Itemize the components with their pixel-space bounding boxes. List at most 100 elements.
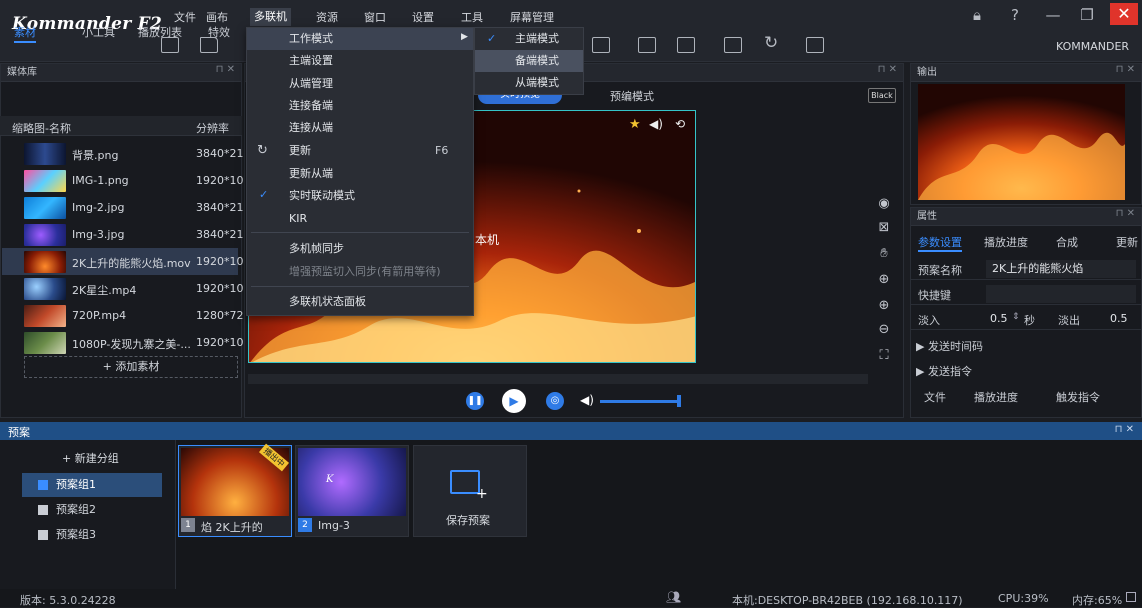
zoom-in-icon[interactable]: ⊕ xyxy=(876,298,892,314)
zoom-out-icon[interactable]: ⊖ xyxy=(876,322,892,338)
lock-icon[interactable]: 🔒︎ xyxy=(966,6,988,24)
add-material-button[interactable]: + 添加素材 xyxy=(24,356,238,378)
grid-icon xyxy=(38,505,48,515)
fadeout-value[interactable]: 0.5 xyxy=(1110,312,1128,325)
pause-button[interactable]: ❚❚ xyxy=(466,392,484,410)
help-icon[interactable]: ? xyxy=(1004,6,1026,24)
window-icon[interactable] xyxy=(806,37,824,53)
menu-multi-link[interactable]: 多联机 xyxy=(250,8,291,26)
fadeout-label: 淡出 xyxy=(1058,314,1080,327)
media-row[interactable]: IMG-1.png 1920*1080 xyxy=(2,167,244,194)
close-button[interactable]: ✕ xyxy=(1110,3,1138,25)
layout-icon[interactable] xyxy=(724,37,742,53)
menu-item-status-panel[interactable]: 多联机状态面板 xyxy=(247,291,473,313)
tab-materials[interactable]: 素材 xyxy=(14,23,36,43)
menu-item-work-mode[interactable]: 工作模式 xyxy=(247,28,473,50)
menu-item-update-slave[interactable]: 更新从端 xyxy=(247,163,473,185)
tab-playlist[interactable]: 播放列表 xyxy=(138,23,182,43)
tab-progress[interactable]: 播放进度 xyxy=(984,234,1028,250)
preset-card[interactable]: 播出中 1 焰 2K上升的 xyxy=(178,443,292,537)
submenu-master-mode[interactable]: 主端模式 xyxy=(475,28,583,50)
hand-icon[interactable]: ✋︎ xyxy=(876,246,892,262)
menu-screen-mgmt[interactable]: 屏幕管理 xyxy=(510,9,554,25)
fullscreen-icon[interactable]: ⛶ xyxy=(876,348,892,364)
play-button[interactable]: ▶ xyxy=(502,389,526,413)
panel-controls[interactable]: ⊓ ✕ xyxy=(878,64,897,75)
star-icon[interactable]: ★ xyxy=(629,117,641,132)
black-button[interactable]: Black xyxy=(868,88,896,103)
reload-icon[interactable]: ↻ xyxy=(764,33,778,53)
menu-tools[interactable]: 工具 xyxy=(461,9,483,25)
media-row[interactable]: 2K上升的能熊火焰.mov 1920*1080 xyxy=(2,248,244,275)
loop-icon[interactable]: ⟲ xyxy=(675,117,685,131)
media-row[interactable]: 背景.png 3840*2160 xyxy=(2,140,244,167)
stop-button[interactable]: ◎ xyxy=(546,392,564,410)
display-icon[interactable] xyxy=(677,37,695,53)
menu-window[interactable]: 窗口 xyxy=(364,9,386,25)
preset-name-input[interactable]: 2K上升的能熊火焰 xyxy=(986,260,1136,278)
volume-slider[interactable] xyxy=(600,400,680,403)
menu-item-connect-backup[interactable]: 连接备端 xyxy=(247,95,473,117)
col-trigger: 触发指令 xyxy=(1056,391,1100,404)
menu-item-master-settings[interactable]: 主端设置 xyxy=(247,50,473,72)
menu-settings[interactable]: 设置 xyxy=(412,9,434,25)
new-group-button[interactable]: + 新建分组 xyxy=(62,450,119,466)
media-row[interactable]: Img-3.jpg 3840*2160 xyxy=(2,221,244,248)
tab-params[interactable]: 参数设置 xyxy=(918,234,962,252)
tab-update[interactable]: 更新 xyxy=(1116,234,1140,250)
speaker-icon[interactable]: ◀) xyxy=(580,393,594,407)
hotkey-input[interactable] xyxy=(986,285,1136,303)
menu-separator xyxy=(251,286,469,287)
expand-status-icon[interactable] xyxy=(1126,592,1136,602)
menu-resources[interactable]: 资源 xyxy=(316,9,338,25)
preset-number: 2 xyxy=(298,518,312,532)
send-timecode-toggle[interactable]: ▶ 发送时间码 xyxy=(916,338,983,354)
restore-icon[interactable]: ❐ xyxy=(1076,6,1098,24)
panel-controls[interactable]: ⊓ ✕ xyxy=(1116,64,1135,75)
screen-icon-1[interactable] xyxy=(592,37,610,53)
tab-compose[interactable]: 合成 xyxy=(1056,234,1078,250)
save-preset-card[interactable]: + 保存预案 xyxy=(413,445,527,537)
users-icon: 👥︎ xyxy=(666,590,682,604)
panel-controls[interactable]: ⊓ ✕ xyxy=(1115,424,1134,435)
stepper-icon[interactable]: ⇕ xyxy=(1012,312,1020,322)
media-resolution: 1920*1080 xyxy=(196,255,244,268)
hotkey-row: 快捷键 xyxy=(910,283,1142,305)
tab-preedit-mode[interactable]: 预编模式 xyxy=(610,88,654,104)
presets-title: 预案 xyxy=(8,426,30,439)
version-text: 版本: 5.3.0.24228 xyxy=(20,594,116,607)
minimize-icon[interactable]: — xyxy=(1042,6,1064,24)
panel-controls[interactable]: ⊓ ✕ xyxy=(1116,208,1135,219)
col-file: 文件 xyxy=(924,391,946,404)
col-thumb-name: 缩略图-名称 xyxy=(12,122,71,135)
menu-item-connect-slave[interactable]: 连接从端 xyxy=(247,117,473,139)
media-row[interactable]: 720P.mp4 1280*720 xyxy=(2,302,244,329)
tab-effects[interactable]: 特效 xyxy=(208,23,230,43)
media-name: 1080P-发现九寨之美-... xyxy=(72,338,190,351)
menu-item-frame-sync[interactable]: 多机帧同步 xyxy=(247,238,473,260)
volume-knob[interactable] xyxy=(677,395,681,407)
move-icon[interactable]: ⊕ xyxy=(876,272,892,288)
menu-item-kir[interactable]: KIR xyxy=(247,208,473,230)
h-scrollbar[interactable] xyxy=(248,374,868,384)
media-row[interactable]: 1080P-发现九寨之美-... 1920*1080 xyxy=(2,329,244,356)
media-library-title: 媒体库 xyxy=(1,64,241,82)
monitor-icon[interactable] xyxy=(638,37,656,53)
media-resolution: 3840*2160 xyxy=(196,201,244,214)
fit-icon[interactable]: ⊠ xyxy=(876,220,892,236)
media-row[interactable]: 2K星尘.mp4 1920*1080 xyxy=(2,275,244,302)
send-command-toggle[interactable]: ▶ 发送指令 xyxy=(916,363,972,379)
menu-item-enhanced-sync: 增强预监切入同步(有箭用等待) xyxy=(289,265,441,278)
menu-item-live-link-mode[interactable]: 实时联动模式 xyxy=(247,185,473,207)
volume-icon[interactable]: ◀) xyxy=(649,117,663,131)
tab-widgets[interactable]: 小工具 xyxy=(82,23,115,43)
preset-card[interactable]: K 2 Img-3 xyxy=(295,445,409,537)
submenu-backup-mode[interactable]: 备端模式 xyxy=(475,50,583,72)
preset-number: 1 xyxy=(181,518,195,532)
menu-item-slave-mgmt[interactable]: 从端管理 xyxy=(247,73,473,95)
media-row[interactable]: Img-2.jpg 3840*2160 xyxy=(2,194,244,221)
fadein-value[interactable]: 0.5 xyxy=(990,312,1008,325)
submenu-slave-mode[interactable]: 从端模式 xyxy=(475,72,583,94)
eye-icon[interactable]: ◉ xyxy=(876,196,892,212)
panel-controls[interactable]: ⊓ ✕ xyxy=(216,64,235,75)
